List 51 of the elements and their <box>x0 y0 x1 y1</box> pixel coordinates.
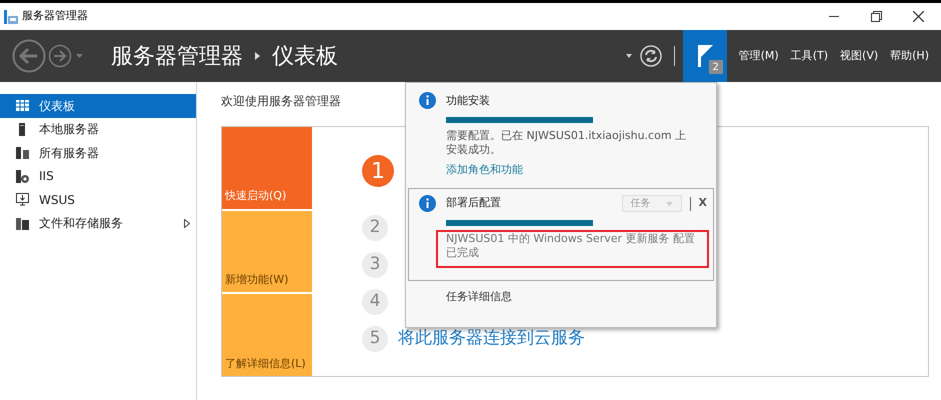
notification-message: 需要配置。已在 NJWSUS01.itxiaojishu.com 上安装成功。 <box>446 129 688 157</box>
window-title: 服务器管理器 <box>22 8 88 24</box>
refresh-icon[interactable] <box>640 45 662 67</box>
tile-button[interactable]: 了解详细信息(L) <box>222 294 312 376</box>
server-icon <box>16 146 29 160</box>
notification-count: 2 <box>708 60 723 74</box>
sidebar-item[interactable]: 本地服务器 <box>0 118 196 141</box>
task-details-link[interactable]: 任务详细信息 <box>408 288 512 305</box>
menu-item[interactable]: 工具(T) <box>790 48 828 64</box>
monitor-icon <box>16 193 29 206</box>
menu-item[interactable]: 视图(V) <box>840 48 878 64</box>
section-heading: 欢迎使用服务器管理器 <box>221 93 341 110</box>
back-icon[interactable] <box>12 39 46 73</box>
info-icon <box>419 194 436 212</box>
menu-item[interactable]: 管理(M) <box>738 48 779 64</box>
sidebar-item[interactable]: 所有服务器 <box>0 141 196 164</box>
menu-item[interactable]: 帮助(H) <box>890 48 929 64</box>
close-icon <box>912 11 924 22</box>
sidebar-item[interactable]: 文件和存储服务 <box>0 212 196 235</box>
dismiss-button[interactable]: X <box>698 195 707 212</box>
step-number: 3 <box>362 252 388 278</box>
forward-icon[interactable] <box>48 44 72 68</box>
notification-message: NJWSUS01 中的 Windows Server 更新服务 配置已完成 <box>438 232 707 266</box>
chevron-icon <box>255 52 260 60</box>
step-number: 1 <box>362 155 394 187</box>
sidebar-item[interactable]: IIS <box>0 164 196 188</box>
tile-button[interactable]: 新增功能(W) <box>222 210 312 292</box>
notification-title: 部署后配置 <box>446 195 502 212</box>
notification-card[interactable]: 功能安装 需要配置。已在 NJWSUS01.itxiaojishu.com 上安装成功。 添加角色和功能 <box>408 91 714 184</box>
step-number: 5 <box>362 326 388 352</box>
expand-icon[interactable] <box>184 218 190 228</box>
sidebar-item[interactable]: WSUS <box>0 188 196 212</box>
step-link[interactable]: 将此服务器连接到云服务 <box>398 326 585 352</box>
restore-icon <box>870 11 882 22</box>
app-icon <box>4 10 18 24</box>
flag-icon <box>696 45 713 67</box>
caret-icon <box>666 202 673 206</box>
server-icon <box>16 216 29 230</box>
server-icon <box>16 170 29 183</box>
minimize-icon <box>829 16 839 18</box>
breadcrumb-text: 仪表板 <box>272 42 338 70</box>
notification-title: 功能安装 <box>446 92 491 109</box>
grid-icon <box>16 99 29 112</box>
dropdown-icon[interactable] <box>626 54 632 58</box>
breadcrumb-text: 服务器管理器 <box>111 42 243 70</box>
add-roles-link[interactable]: 添加角色和功能 <box>446 162 523 178</box>
notification-card[interactable]: 部署后配置 任务 X NJWSUS01 中的 Windows Server 更新服务 配置已完成 <box>408 188 714 280</box>
info-icon <box>419 92 436 109</box>
step-number: 4 <box>362 288 388 314</box>
step-number: 2 <box>362 214 388 240</box>
sidebar-item[interactable]: 仪表板 <box>0 94 196 118</box>
